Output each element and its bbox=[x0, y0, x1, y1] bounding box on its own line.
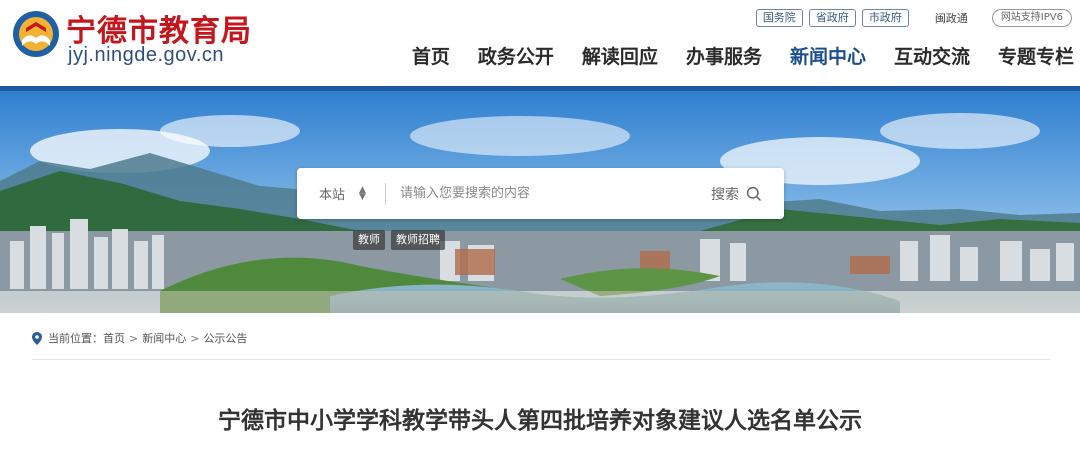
breadcrumb-separator: > bbox=[129, 331, 139, 345]
link-shengzhengfu[interactable]: 省政府 bbox=[808, 9, 856, 27]
article-title: 宁德市中小学学科教学带头人第四批培养对象建议人选名单公示 bbox=[218, 408, 862, 434]
breadcrumb-prefix: 当前位置： bbox=[48, 332, 103, 345]
nav-item-interaction[interactable]: 互动交流 bbox=[894, 42, 970, 69]
updown-arrows-icon: ▲ ▼ bbox=[359, 184, 366, 202]
link-guowuyuan[interactable]: 国务院 bbox=[755, 9, 803, 27]
nav-item-services[interactable]: 办事服务 bbox=[686, 42, 762, 69]
breadcrumb: 当前位置： 首页 > 新闻中心 > 公示公告 bbox=[32, 330, 247, 346]
search-icon bbox=[746, 186, 762, 201]
content-divider bbox=[32, 359, 1050, 360]
top-links: 国务院 省政府 市政府 闽政通 网站支持IPV6 bbox=[750, 8, 1072, 28]
search-scope-select[interactable]: 本站 ▲ ▼ bbox=[297, 184, 385, 203]
link-shizhengfu[interactable]: 市政府 bbox=[861, 9, 909, 27]
breadcrumb-news-center[interactable]: 新闻中心 bbox=[142, 330, 186, 346]
nav-item-home[interactable]: 首页 bbox=[412, 42, 450, 69]
hot-tag-teacher-recruitment[interactable]: 教师招聘 bbox=[391, 230, 445, 250]
hot-search-tags: 教师 教师招聘 bbox=[353, 230, 451, 250]
site-header: 宁德市教育局 jyj.ningde.gov.cn 国务院 省政府 市政府 闽政通… bbox=[0, 0, 1080, 88]
nav-item-interpretation[interactable]: 解读回应 bbox=[582, 42, 658, 69]
nav-item-news-center[interactable]: 新闻中心 bbox=[790, 42, 866, 69]
hot-tag-teacher[interactable]: 教师 bbox=[353, 230, 385, 250]
search-bar: 本站 ▲▼ 搜索 bbox=[297, 168, 784, 219]
link-minzhengtong[interactable]: 闽政通 bbox=[935, 10, 968, 26]
nav-item-special-topics[interactable]: 专题专栏 bbox=[998, 42, 1074, 69]
nav-item-government-affairs[interactable]: 政务公开 bbox=[478, 42, 554, 69]
breadcrumb-home[interactable]: 首页 bbox=[103, 330, 125, 346]
article-panel: 当前位置： 首页 > 新闻中心 > 公示公告 宁德市中小学学科教学带头人第四批培… bbox=[8, 313, 1072, 470]
search-button[interactable]: 搜索 bbox=[711, 184, 762, 204]
search-scope-label: 本站 bbox=[319, 188, 346, 203]
search-input[interactable] bbox=[386, 178, 711, 209]
site-domain: jyj.ningde.gov.cn bbox=[68, 44, 224, 66]
ipv6-badge: 网站支持IPV6 bbox=[991, 9, 1072, 27]
search-button-label: 搜索 bbox=[711, 186, 739, 203]
breadcrumb-separator: > bbox=[190, 331, 200, 345]
education-emblem-icon[interactable] bbox=[12, 10, 60, 58]
location-pin-icon bbox=[32, 331, 42, 345]
breadcrumb-announcements[interactable]: 公示公告 bbox=[203, 330, 247, 346]
main-nav: 首页 政务公开 解读回应 办事服务 新闻中心 互动交流 专题专栏 bbox=[384, 42, 1074, 69]
